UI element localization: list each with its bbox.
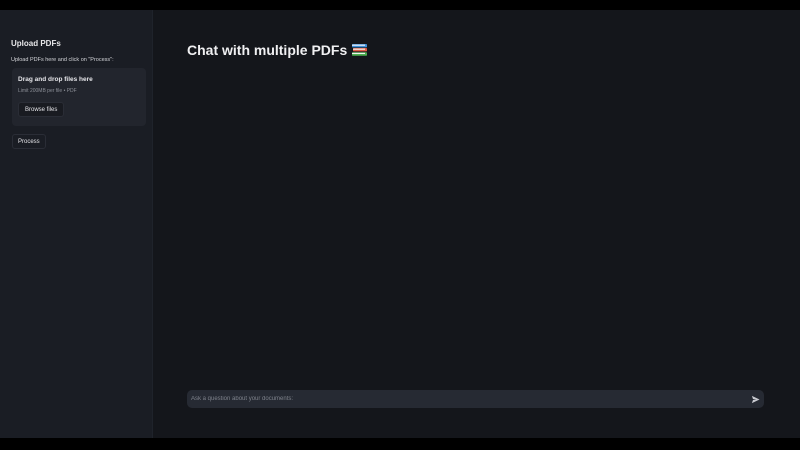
app-window: Upload PDFs Upload PDFs here and click o… [0, 10, 800, 438]
chat-input[interactable] [187, 390, 746, 408]
chat-input-container [187, 390, 764, 408]
letterbox-top [0, 0, 800, 10]
send-icon [751, 392, 760, 407]
process-button[interactable]: Process [12, 134, 46, 149]
file-dropzone[interactable]: Drag and drop files here Limit 200MB per… [12, 68, 146, 126]
send-button[interactable] [746, 390, 764, 408]
page-title: Chat with multiple PDFs [187, 42, 368, 58]
dropzone-limit: Limit 200MB per file • PDF [18, 88, 77, 94]
letterbox-bottom [0, 438, 800, 450]
sidebar-title: Upload PDFs [11, 39, 61, 48]
page-title-text: Chat with multiple PDFs [187, 42, 348, 58]
sidebar: Upload PDFs Upload PDFs here and click o… [0, 10, 153, 438]
books-icon [351, 43, 368, 57]
upload-hint: Upload PDFs here and click on "Process": [11, 57, 114, 63]
browse-files-button[interactable]: Browse files [18, 102, 65, 117]
dropzone-title: Drag and drop files here [18, 76, 93, 83]
